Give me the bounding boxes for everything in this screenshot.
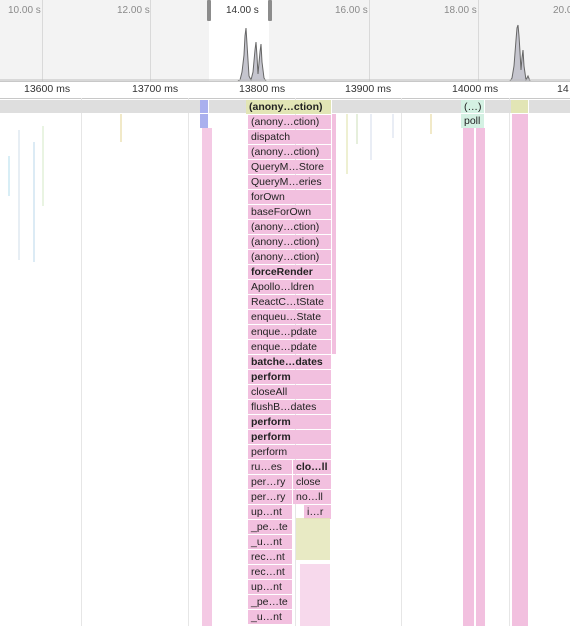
flame-frame[interactable]: enque…pdate [248,325,332,339]
flame-frame[interactable]: _pe…te [248,595,293,609]
flame-frame[interactable]: no…ll [293,490,332,504]
activity-tick [33,142,35,262]
ruler-label: 13800 ms [239,83,286,95]
timeline-overview[interactable]: 10.00 s 12.00 s 14.00 s 16.00 s 18.00 s … [0,0,570,81]
flame-frame[interactable]: _u…nt [248,535,293,549]
stack-column[interactable] [296,518,330,560]
activity-tick [370,114,372,160]
event-block[interactable] [200,100,209,113]
flame-frame[interactable]: rec…nt [248,565,293,579]
flame-frame-top[interactable]: (anony…ction) [246,100,332,114]
ruler-label: 13900 ms [345,83,392,95]
flame-frame[interactable]: Apollo…ldren [248,280,332,294]
flame-frame[interactable]: forceRender [248,265,332,279]
flame-frame[interactable]: ru…es [248,460,293,474]
flame-frame-side-top[interactable]: (…) [461,100,485,113]
flame-frame[interactable]: rec…nt [248,550,293,564]
flame-frame[interactable]: closeAll [248,385,332,399]
flame-frame[interactable]: _pe…te [248,520,293,534]
flame-frame[interactable]: per…ry [248,475,293,489]
stack-column[interactable] [202,128,212,626]
flame-frame[interactable]: up…nt [248,505,293,519]
ruler-label: 14000 ms [452,83,499,95]
stack-column[interactable] [332,114,336,354]
flame-frame[interactable]: up…nt [248,580,293,594]
flame-gridline [509,98,510,626]
flame-frame[interactable]: perform [248,370,332,384]
flame-frame[interactable]: i…r [304,505,332,519]
flame-frame[interactable]: (anony…ction) [248,145,332,159]
flame-chart[interactable]: (anony…ction) (anony…ction) dispatch (anon… [0,98,570,626]
activity-tick [346,114,348,174]
flame-gridline [188,98,189,626]
flame-frame[interactable]: QueryM…eries [248,175,332,189]
flame-frame[interactable]: close [293,475,332,489]
ruler-label: 14 [557,83,569,95]
activity-tick [8,156,10,196]
flame-frame[interactable]: per…ry [248,490,293,504]
flame-frame[interactable]: dispatch [248,130,332,144]
flame-frame[interactable]: (anony…ction) [248,250,332,264]
time-ruler: 13600 ms 13700 ms 13800 ms 13900 ms 1400… [0,81,570,99]
flame-frame[interactable]: perform [248,415,332,429]
cpu-activity-graph [0,24,570,81]
flame-frame[interactable]: enque…pdate [248,340,332,354]
stack-column[interactable] [476,128,485,626]
activity-tick [42,126,44,206]
activity-tick [18,130,20,260]
ruler-label: 13700 ms [132,83,179,95]
event-block[interactable] [511,100,529,113]
flame-frame[interactable]: batche…dates [248,355,332,369]
flame-frame[interactable]: clo…ll [293,460,332,474]
flame-frame[interactable]: baseForOwn [248,205,332,219]
event-block[interactable] [200,114,209,128]
flame-frame[interactable]: perform [248,430,332,444]
flame-frame[interactable]: (anony…ction) [248,115,332,129]
activity-tick [120,114,122,142]
activity-tick [430,114,432,134]
stack-column[interactable] [463,128,474,626]
activity-tick [356,114,358,144]
stack-column[interactable] [512,114,528,626]
flame-frame[interactable]: QueryM…Store [248,160,332,174]
flame-gridline [81,98,82,626]
flame-frame-side[interactable]: poll [461,114,485,128]
flame-frame[interactable]: flushB…dates [248,400,332,414]
flame-frame[interactable]: _u…nt [248,610,293,624]
ruler-label: 13600 ms [24,83,71,95]
flame-frame[interactable]: (anony…ction) [248,220,332,234]
flame-frame[interactable]: (anony…ction) [248,235,332,249]
flame-frame[interactable]: perform [248,445,332,459]
flame-frame[interactable]: forOwn [248,190,332,204]
flame-gridline [401,98,402,626]
stack-column[interactable] [300,564,330,626]
flame-frame[interactable]: enqueu…State [248,310,332,324]
flame-frame[interactable]: ReactC…tState [248,295,332,309]
activity-tick [392,114,394,138]
